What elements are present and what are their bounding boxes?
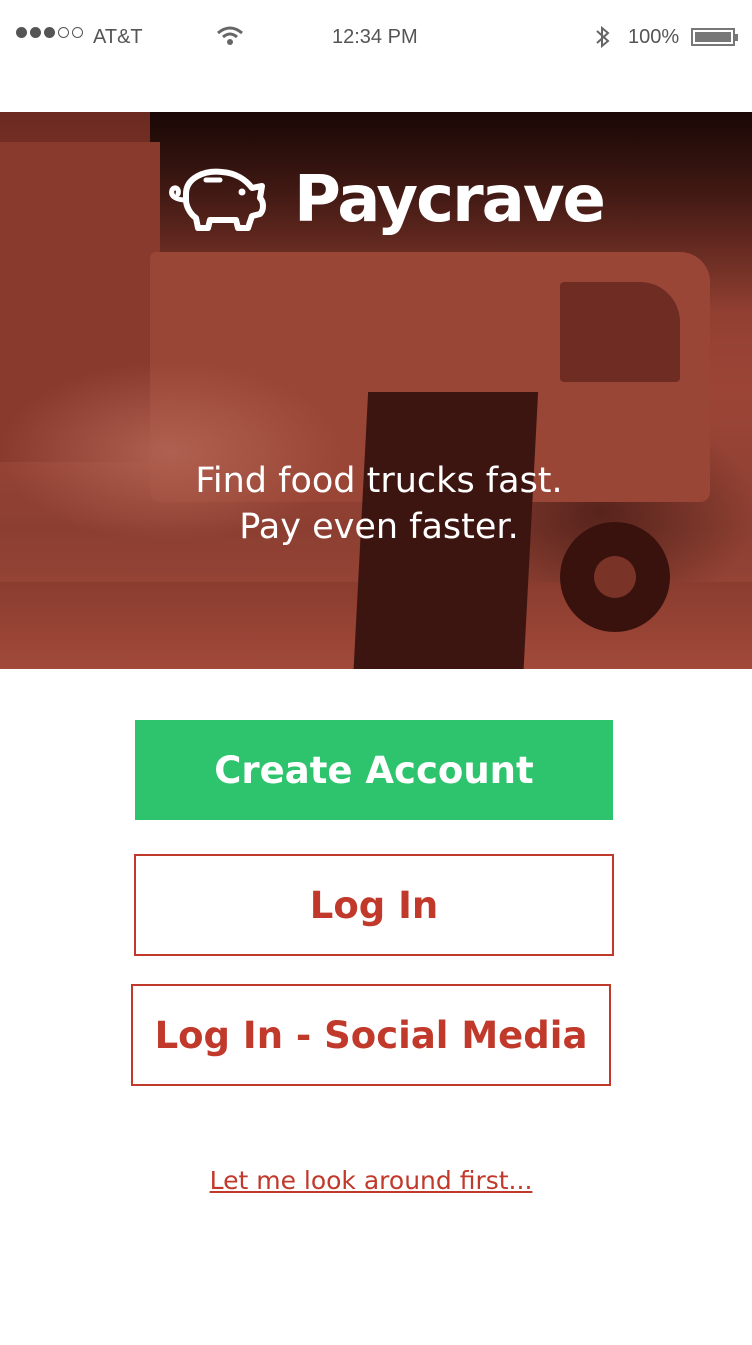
clock: 12:34 PM <box>332 26 418 48</box>
signal-strength-icon <box>16 27 83 38</box>
wifi-icon <box>216 25 244 53</box>
battery-icon <box>691 28 738 46</box>
tagline: Find food trucks fast. Pay even faster. <box>0 458 752 550</box>
create-account-button[interactable]: Create Account <box>135 720 613 820</box>
status-bar: AT&T 12:34 PM 100% <box>0 0 752 76</box>
battery-percentage: 100% <box>628 26 680 48</box>
piggy-bank-icon <box>169 168 266 231</box>
bluetooth-icon <box>594 24 612 56</box>
browse-as-guest-link[interactable]: Let me look around first... <box>0 1166 742 1195</box>
carrier-name: AT&T <box>93 26 143 48</box>
tagline-line-1: Find food trucks fast. <box>195 461 563 501</box>
social-login-button[interactable]: Log In - Social Media <box>131 984 611 1086</box>
brand-name: Paycrave <box>294 163 606 237</box>
log-in-button[interactable]: Log In <box>134 854 614 956</box>
app-logo: Paycrave <box>164 160 606 245</box>
tagline-line-2: Pay even faster. <box>239 507 519 547</box>
